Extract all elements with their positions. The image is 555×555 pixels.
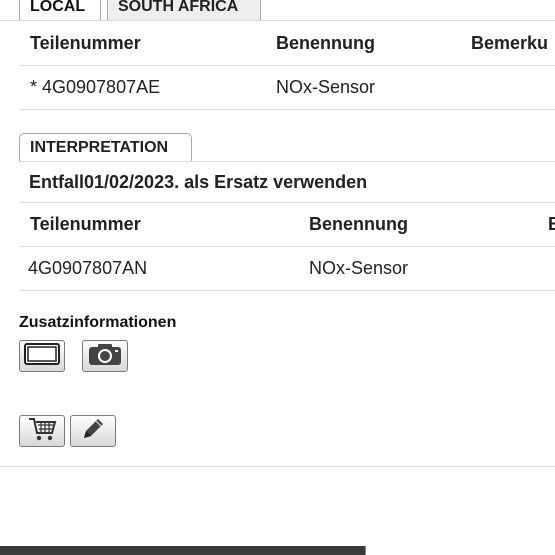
- camera-icon: [87, 342, 123, 371]
- table1-row-name: NOx-Sensor: [276, 77, 376, 97]
- frame-button[interactable]: [19, 340, 65, 372]
- add-to-cart-button[interactable]: [19, 415, 65, 447]
- page-bottom-panel: [365, 546, 555, 555]
- table2-row-part-number[interactable]: 4G0907807AN: [28, 258, 147, 279]
- pencil-icon: [80, 416, 106, 447]
- col-header-name[interactable]: Benennung: [276, 33, 375, 54]
- col-header-remark[interactable]: Bemerku: [471, 33, 548, 54]
- tab-south-africa[interactable]: SOUTH AFRICA: [107, 0, 261, 20]
- table1-row-divider: [19, 109, 555, 110]
- table2-row-divider: [19, 290, 555, 291]
- interpretation-baseline: [19, 161, 555, 162]
- cart-icon: [27, 416, 57, 447]
- col-header-name[interactable]: Benennung: [309, 214, 408, 235]
- table1-header-divider: [19, 65, 555, 66]
- tab-interpretation[interactable]: INTERPRETATION: [19, 133, 192, 162]
- table1-row-part-number[interactable]: * 4G0907807AE: [30, 77, 160, 98]
- additional-info-label: Zusatzinformationen: [19, 314, 177, 331]
- col-header-part-number[interactable]: Teilenummer: [30, 33, 141, 54]
- col-header-part-number[interactable]: Teilenummer: [30, 214, 141, 235]
- edit-button[interactable]: [70, 415, 116, 447]
- frame-icon: [24, 342, 60, 370]
- table2-row-name: NOx-Sensor: [309, 258, 409, 278]
- tab-baseline: [0, 20, 555, 21]
- col-header-remark[interactable]: B: [548, 214, 555, 235]
- table2-header-divider: [19, 246, 555, 247]
- actions-divider: [0, 466, 555, 467]
- tab-local[interactable]: LOCAL: [19, 0, 101, 20]
- replacement-note: Entfall01/02/2023. als Ersatz verwenden: [29, 172, 368, 192]
- camera-button[interactable]: [82, 340, 128, 372]
- note-divider: [19, 202, 555, 203]
